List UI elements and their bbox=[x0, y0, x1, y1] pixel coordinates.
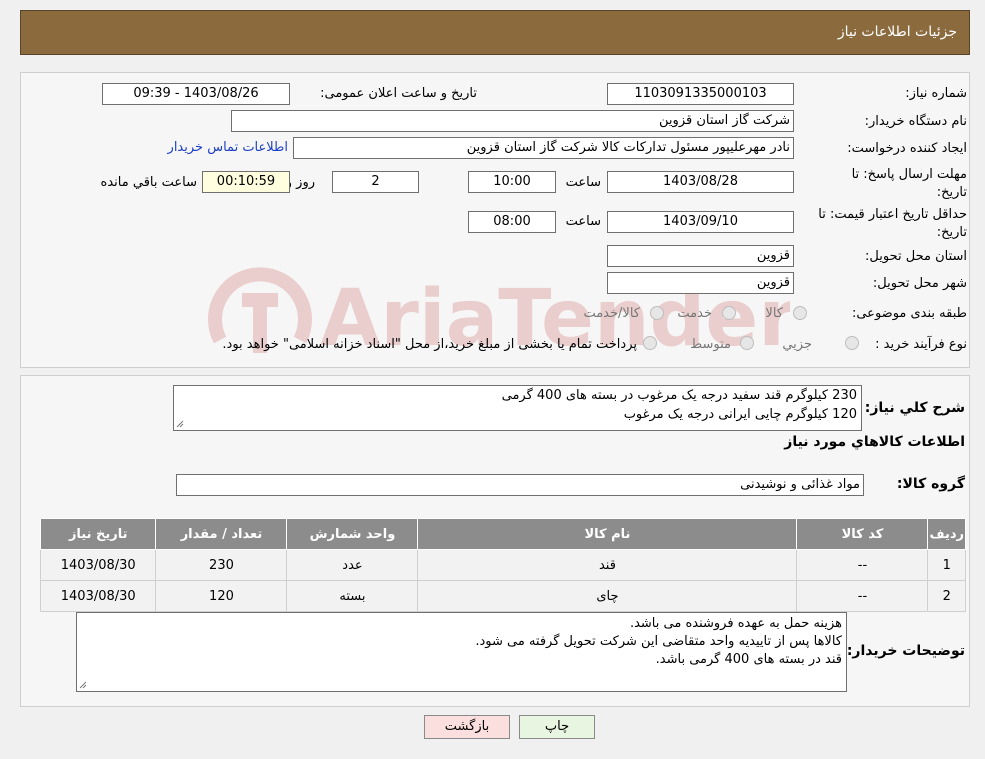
cell-quantity: 230 bbox=[155, 549, 288, 581]
back-button[interactable]: بازگشت bbox=[424, 715, 510, 739]
category-radio-goods[interactable] bbox=[793, 306, 807, 320]
buyer-note-line-1: هزینه حمل به عهده فروشنده می باشد. bbox=[629, 616, 842, 631]
buyer-contact-link[interactable]: اطلاعات تماس خریدار bbox=[168, 140, 288, 155]
cell-unit: بسته bbox=[286, 580, 419, 612]
days-field: 2 bbox=[332, 171, 419, 193]
process-option-medium: متوسط bbox=[690, 337, 731, 352]
process-radio-small[interactable] bbox=[845, 336, 859, 350]
col-quantity: تعداد / مقدار bbox=[155, 518, 288, 550]
category-option-goods: کالا bbox=[765, 306, 783, 321]
cell-code: -- bbox=[796, 580, 929, 612]
deadline-time-label: ساعت bbox=[565, 175, 601, 190]
validity-time-label: ساعت bbox=[565, 214, 601, 229]
city-label: شهر محل تحویل: bbox=[872, 276, 967, 291]
description-label: شرح كلي نياز: bbox=[864, 400, 965, 416]
cell-row-no: 2 bbox=[927, 580, 966, 612]
deadline-time-field: 10:00 bbox=[468, 171, 556, 193]
deadline-date-field: 1403/08/28 bbox=[607, 171, 794, 193]
validity-date-field: 1403/09/10 bbox=[607, 211, 794, 233]
page-title: جزئیات اطلاعات نیاز bbox=[837, 24, 957, 40]
deadline-label-line2: تاریخ: bbox=[936, 185, 967, 200]
buyer-org-label: نام دستگاه خریدار: bbox=[864, 114, 967, 129]
cell-unit: عدد bbox=[286, 549, 419, 581]
col-need-date: تاریخ نیاز bbox=[39, 518, 157, 550]
buyer-org-field: شرکت گاز استان قزوین bbox=[231, 110, 794, 132]
province-label: استان محل تحویل: bbox=[865, 249, 967, 264]
need-number-field: 1103091335000103 bbox=[607, 83, 794, 105]
cell-quantity: 120 bbox=[155, 580, 288, 612]
category-option-both: کالا/خدمت bbox=[583, 306, 640, 321]
announce-label: تاریخ و ساعت اعلان عمومی: bbox=[320, 86, 477, 101]
table-row: 1 -- قند عدد 230 1403/08/30 bbox=[39, 549, 966, 581]
validity-label: حداقل تاریخ اعتبار قیمت: تا تاریخ: bbox=[818, 206, 967, 242]
process-option-small: جزيي bbox=[782, 337, 812, 352]
validity-label-line1: حداقل تاریخ اعتبار قیمت: تا bbox=[818, 207, 967, 222]
need-number-label: شماره نیاز: bbox=[905, 86, 967, 101]
creator-label: ایجاد کننده درخواست: bbox=[847, 141, 967, 156]
col-row-no: ردیف bbox=[927, 518, 966, 550]
process-radio-treasury[interactable] bbox=[643, 336, 657, 350]
buyer-notes-textarea[interactable]: هزینه حمل به عهده فروشنده می باشد. کالاه… bbox=[76, 612, 847, 692]
col-code: کد کالا bbox=[796, 518, 929, 550]
description-line-2: 120 کیلوگرم چایی ایرانی درجه یک مرغوب bbox=[623, 407, 857, 422]
announce-field: 1403/08/26 - 09:39 bbox=[102, 83, 290, 105]
buyer-notes-label: توضیحات خریدار: bbox=[846, 643, 965, 659]
process-note: پرداخت تمام یا بخشی از مبلغ خرید،از محل … bbox=[222, 337, 637, 352]
goods-section-title: اطلاعات كالاهاي مورد نياز bbox=[784, 434, 965, 450]
days-label: روز و bbox=[285, 175, 315, 190]
description-textarea[interactable]: 230 کیلوگرم قند سفید درجه یک مرغوب در بس… bbox=[173, 385, 862, 431]
deadline-label-line1: مهلت ارسال پاسخ: تا bbox=[851, 167, 967, 182]
validity-label-line2: تاریخ: bbox=[936, 225, 967, 240]
category-radio-both[interactable] bbox=[650, 306, 664, 320]
goods-table-header: ردیف کد کالا نام کالا واحد شمارش تعداد /… bbox=[39, 518, 966, 550]
cell-name: چای bbox=[417, 580, 798, 612]
print-button[interactable]: چاپ bbox=[519, 715, 595, 739]
cell-code: -- bbox=[796, 549, 929, 581]
process-radio-medium[interactable] bbox=[740, 336, 754, 350]
process-label: نوع فرآیند خرید : bbox=[875, 337, 967, 352]
buyer-note-line-2: کالاها پس از تاییدیه واحد متقاضی این شرک… bbox=[475, 634, 842, 649]
deadline-label: مهلت ارسال پاسخ: تا تاریخ: bbox=[852, 166, 967, 202]
col-unit: واحد شمارش bbox=[286, 518, 419, 550]
goods-group-field: مواد غذائی و نوشیدنی bbox=[176, 474, 864, 496]
goods-group-label: گروه كالا: bbox=[896, 476, 965, 492]
validity-time-field: 08:00 bbox=[468, 211, 556, 233]
category-label: طبقه بندی موضوعی: bbox=[851, 306, 967, 321]
creator-field: نادر مهرعلیپور مسئول تدارکات کالا شرکت گ… bbox=[293, 137, 794, 159]
remaining-label: ساعت باقي مانده bbox=[100, 175, 197, 190]
goods-table: ردیف کد کالا نام کالا واحد شمارش تعداد /… bbox=[39, 518, 966, 612]
buyer-note-line-3: قند در بسته های 400 گرمی باشد. bbox=[655, 652, 842, 667]
table-row: 2 -- چای بسته 120 1403/08/30 bbox=[39, 580, 966, 612]
province-field: قزوین bbox=[607, 245, 794, 267]
cell-need-date: 1403/08/30 bbox=[39, 580, 157, 612]
remaining-time-field: 00:10:59 bbox=[202, 171, 290, 193]
category-radio-service[interactable] bbox=[722, 306, 736, 320]
col-name: نام کالا bbox=[417, 518, 798, 550]
resize-grip-icon[interactable] bbox=[176, 420, 184, 428]
cell-name: قند bbox=[417, 549, 798, 581]
cell-row-no: 1 bbox=[927, 549, 966, 581]
category-option-service: خدمت bbox=[677, 306, 712, 321]
cell-need-date: 1403/08/30 bbox=[39, 549, 157, 581]
resize-grip-icon[interactable] bbox=[79, 681, 87, 689]
page-header: جزئیات اطلاعات نیاز bbox=[20, 10, 970, 55]
description-line-1: 230 کیلوگرم قند سفید درجه یک مرغوب در بس… bbox=[501, 388, 857, 403]
city-field: قزوین bbox=[607, 272, 794, 294]
